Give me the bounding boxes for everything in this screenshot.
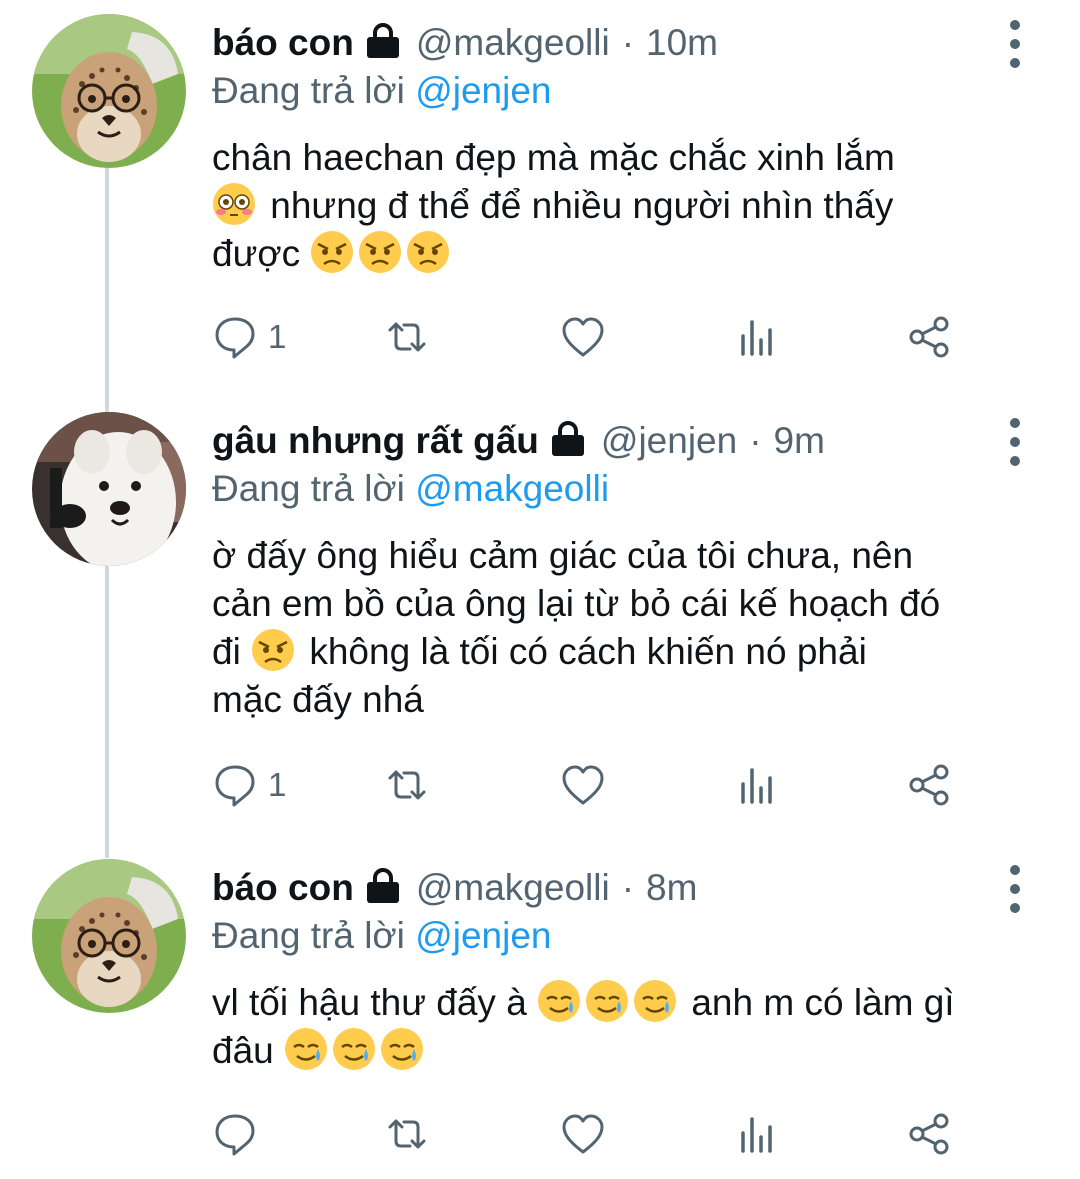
smiling-face-with-tear-emoji — [634, 980, 677, 1022]
separator-dot: · — [621, 22, 635, 63]
reply-thread: báo con @makgeolli · 10m Đang trả lời @j… — [0, 0, 1080, 1179]
share-icon — [909, 316, 949, 358]
retweet-icon — [388, 322, 426, 352]
share-icon — [909, 1113, 949, 1155]
body-line: mặc đấy nhá — [212, 679, 424, 720]
display-name[interactable]: báo con — [212, 867, 354, 909]
body-line: nhưng đ thể để nhiều người nhìn thấy — [212, 182, 1047, 230]
angry-face-emoji — [311, 231, 354, 273]
lock-icon — [366, 23, 399, 58]
angry-face-emoji — [252, 629, 295, 671]
analytics-icon — [741, 1117, 772, 1153]
timestamp[interactable]: 9m — [774, 420, 825, 462]
share-button[interactable] — [906, 314, 952, 360]
more-options-icon[interactable] — [1000, 865, 1030, 913]
replying-to: Đang trả lời @makgeolli — [212, 468, 609, 510]
body-line: vl tối hậu thư đấy à anh m có làm gì — [212, 979, 1047, 1027]
like-icon — [562, 765, 604, 805]
tweet-body: ờ đấy ông hiểu cảm giác của tôi chưa, nê… — [212, 532, 1047, 724]
like-button[interactable] — [560, 762, 616, 808]
like-icon — [562, 1114, 604, 1154]
share-button[interactable] — [906, 1111, 952, 1157]
avatar[interactable] — [32, 412, 186, 566]
smiling-face-with-tear-emoji — [285, 1028, 328, 1070]
tweet-body: chân haechan đẹp mà mặc chắc xinh lắm nh… — [212, 134, 1047, 278]
tweet-header: gâu nhưng rất gấu @jenjen · 9m — [212, 416, 980, 466]
reply-icon — [215, 765, 255, 807]
tweet-actions: 1 — [212, 314, 972, 364]
separator-dot: · — [621, 867, 635, 908]
body-line: được — [212, 230, 1047, 278]
reply-count: 1 — [268, 318, 287, 355]
cheetah-avatar-image — [32, 14, 186, 168]
body-line: đâu — [212, 1027, 1047, 1075]
smiling-face-with-tear-emoji — [381, 1028, 424, 1070]
retweet-button[interactable] — [384, 1111, 440, 1157]
smiling-face-with-tear-emoji — [333, 1028, 376, 1070]
timestamp[interactable]: 8m — [646, 867, 697, 909]
smiling-face-with-tear-emoji — [586, 980, 629, 1022]
body-line: cản em bồ của ông lại từ bỏ cái kế hoạch… — [212, 583, 941, 624]
body-line: chân haechan đẹp mà mặc chắc xinh lắm — [212, 137, 895, 178]
reply-button[interactable] — [212, 1111, 268, 1157]
like-button[interactable] — [560, 1111, 616, 1157]
tweet-header: báo con @makgeolli · 8m — [212, 863, 980, 913]
tweet-actions — [212, 1111, 972, 1161]
more-options-icon[interactable] — [1000, 20, 1030, 68]
avatar[interactable] — [32, 14, 186, 168]
flushed-face-emoji — [213, 183, 255, 225]
replying-prefix: Đang trả lời — [212, 915, 405, 956]
reply-button[interactable]: 1 — [212, 314, 286, 360]
analytics-button[interactable] — [734, 314, 780, 360]
tweet-header: báo con @makgeolli · 10m — [212, 18, 980, 68]
reply-icon — [215, 317, 255, 359]
reply-button[interactable]: 1 — [212, 762, 286, 808]
handle[interactable]: @makgeolli — [416, 867, 610, 909]
replying-prefix: Đang trả lời — [212, 70, 405, 111]
analytics-button[interactable] — [734, 762, 780, 808]
retweet-icon — [388, 1119, 426, 1149]
share-button[interactable] — [906, 762, 952, 808]
separator-dot: · — [749, 420, 762, 461]
lock-icon — [366, 868, 399, 903]
retweet-icon — [388, 770, 426, 800]
reply-icon — [215, 1114, 255, 1156]
share-icon — [909, 764, 949, 806]
body-line: ờ đấy ông hiểu cảm giác của tôi chưa, nê… — [212, 535, 914, 576]
tweet-body: vl tối hậu thư đấy à anh m có làm gì đâu — [212, 979, 1047, 1075]
retweet-button[interactable] — [384, 762, 440, 808]
cheetah-avatar-image — [32, 859, 186, 1013]
more-options-icon[interactable] — [1000, 418, 1030, 466]
analytics-icon — [741, 768, 772, 804]
mention-link[interactable]: @jenjen — [415, 70, 551, 111]
thread-connector-line — [105, 566, 109, 858]
angry-face-emoji — [407, 231, 450, 273]
lock-icon — [551, 421, 584, 456]
body-line: đi không là tối có cách khiến nó phải — [212, 628, 1047, 676]
thread-connector-line — [105, 168, 109, 412]
handle[interactable]: @makgeolli — [416, 22, 610, 64]
analytics-icon — [741, 320, 772, 356]
replying-prefix: Đang trả lời — [212, 468, 405, 509]
like-icon — [562, 317, 604, 357]
reply-count: 1 — [268, 766, 287, 803]
mention-link[interactable]: @jenjen — [415, 915, 551, 956]
replying-to: Đang trả lời @jenjen — [212, 70, 552, 112]
tweet-actions: 1 — [212, 762, 972, 812]
avatar[interactable] — [32, 859, 186, 1013]
like-button[interactable] — [560, 314, 616, 360]
replying-to: Đang trả lời @jenjen — [212, 915, 552, 957]
mention-link[interactable]: @makgeolli — [415, 468, 609, 509]
display-name[interactable]: báo con — [212, 22, 354, 64]
smiling-face-with-tear-emoji — [538, 980, 581, 1022]
handle[interactable]: @jenjen — [601, 420, 737, 462]
angry-face-emoji — [359, 231, 402, 273]
display-name[interactable]: gâu nhưng rất gấu — [212, 420, 539, 462]
timestamp[interactable]: 10m — [646, 22, 718, 64]
samoyed-avatar-image — [32, 412, 186, 566]
retweet-button[interactable] — [384, 314, 440, 360]
analytics-button[interactable] — [734, 1111, 780, 1157]
